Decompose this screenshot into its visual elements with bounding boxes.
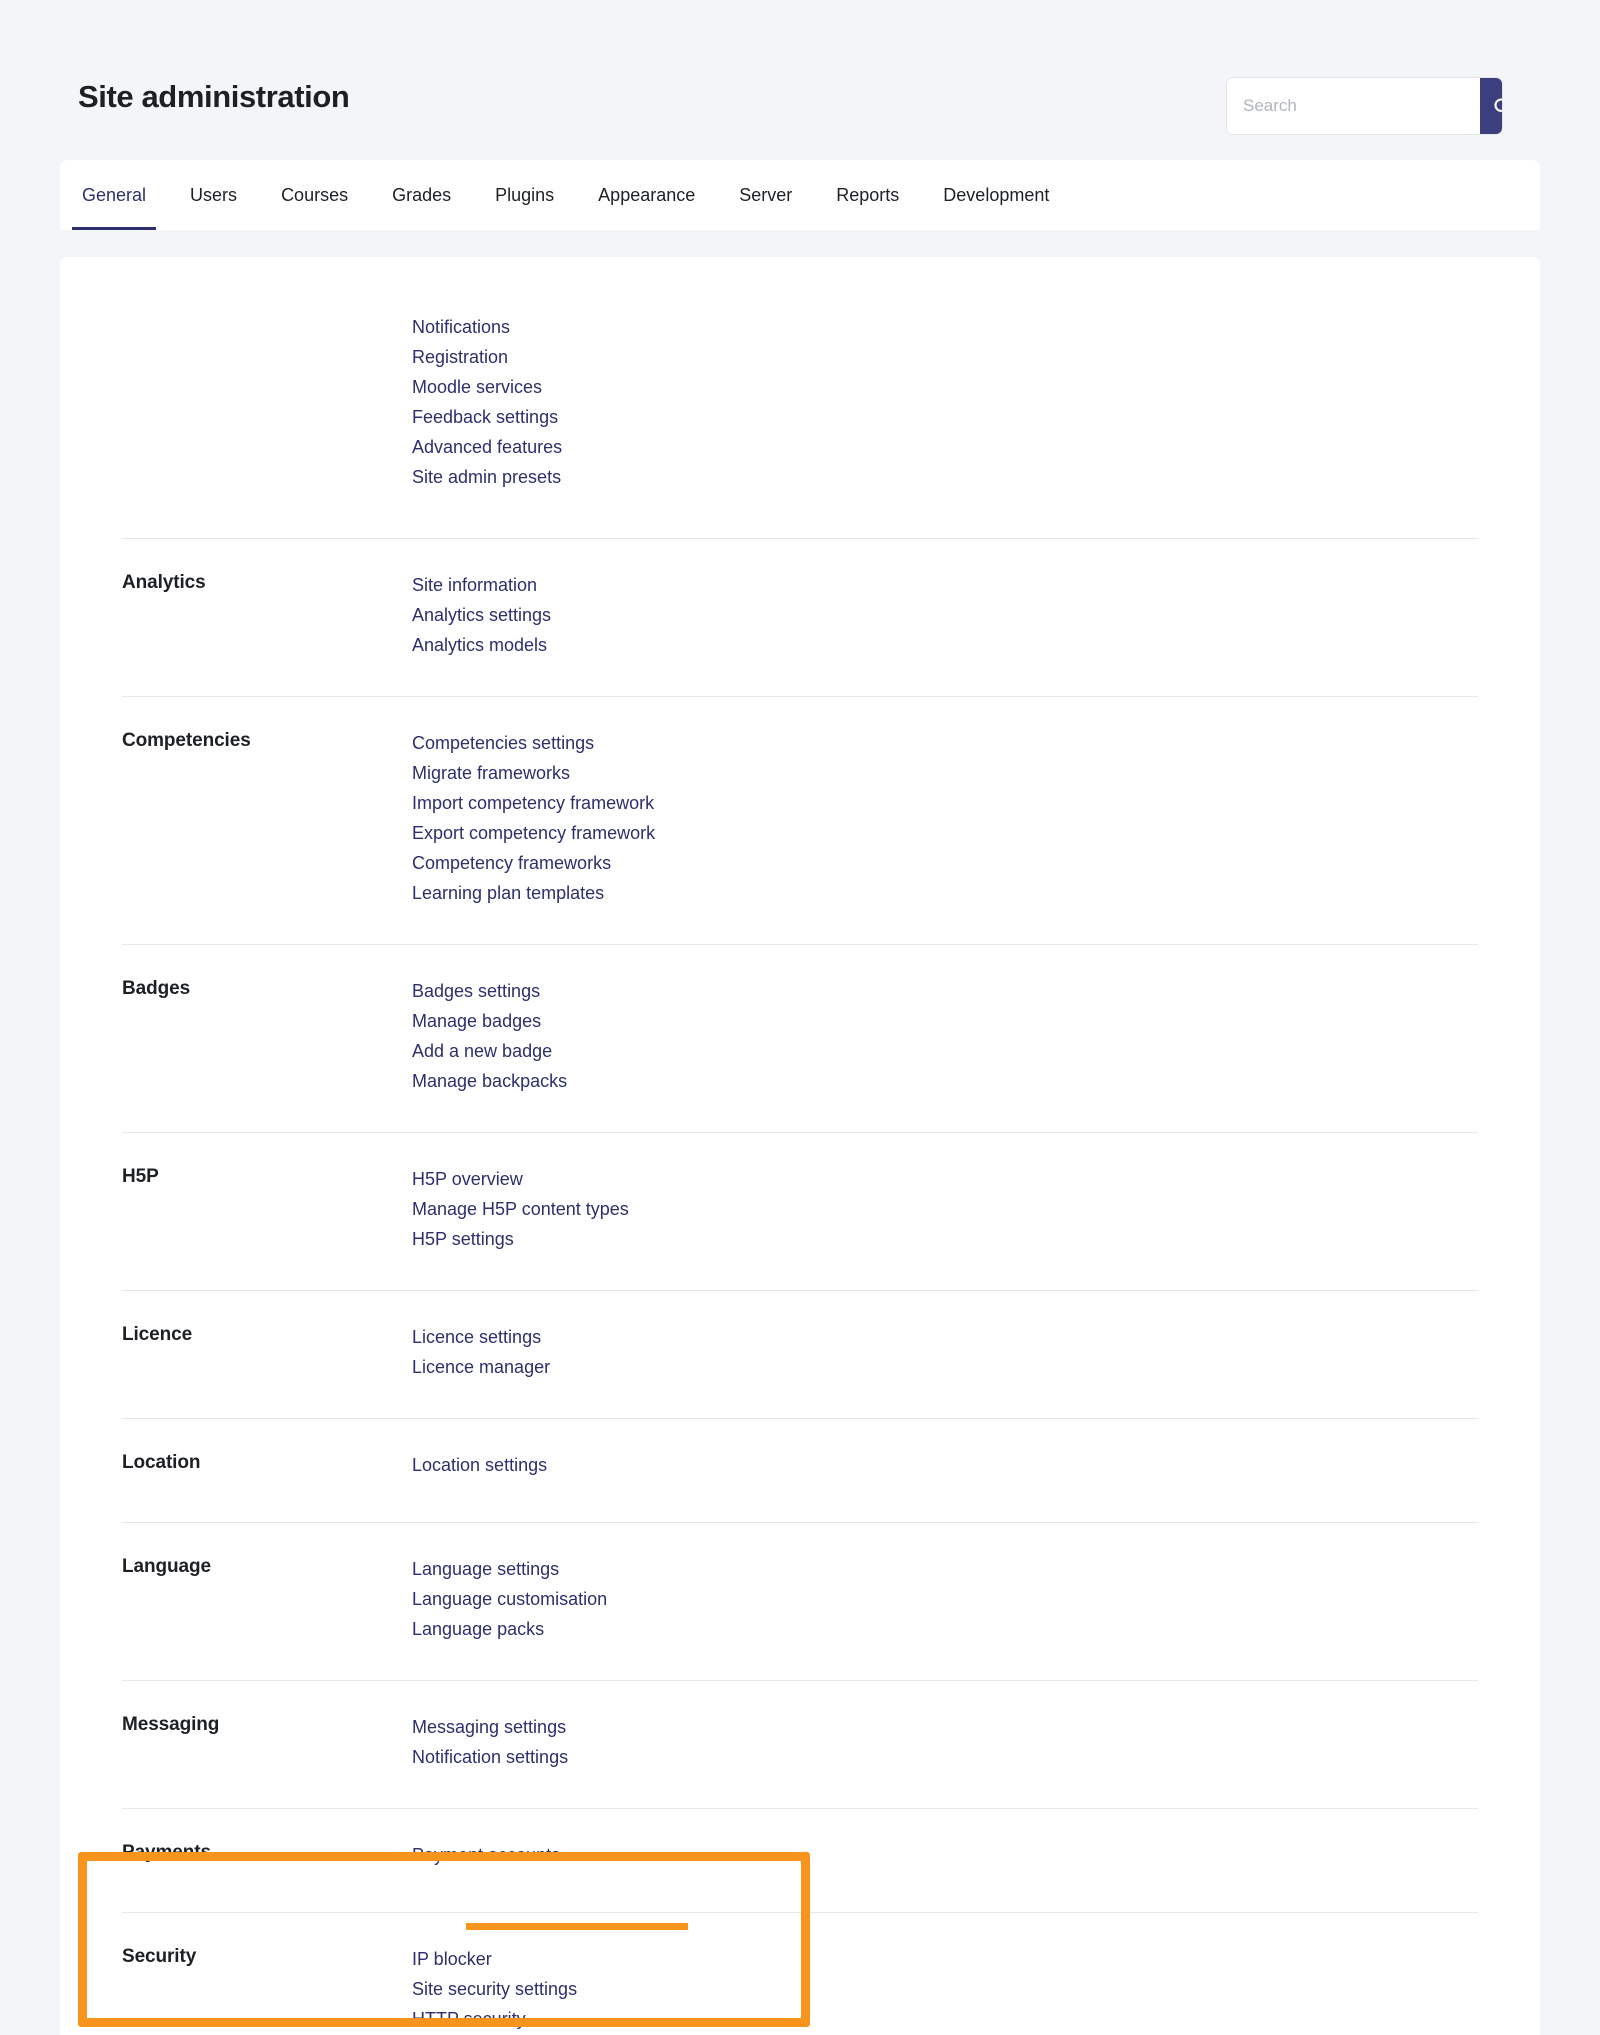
admin-section-licence: Licence Licence settings Licence manager	[60, 1290, 1540, 1418]
admin-section-payments: Payments Payment accounts	[60, 1808, 1540, 1912]
section-links: Competencies settings Migrate frameworks…	[412, 696, 1498, 944]
section-divider	[122, 1418, 1478, 1419]
section-links: Messaging settings Notification settings	[412, 1680, 1498, 1808]
link-manage-badges[interactable]: Manage badges	[412, 1006, 541, 1036]
section-divider	[122, 1132, 1478, 1133]
tab-appearance[interactable]: Appearance	[576, 160, 717, 230]
link-h5p-settings[interactable]: H5P settings	[412, 1224, 514, 1254]
admin-section-security: Security IP blocker Site security settin…	[60, 1912, 1540, 2035]
section-title-analytics: Analytics	[122, 572, 206, 593]
link-licence-manager[interactable]: Licence manager	[412, 1352, 550, 1382]
admin-section-h5p: H5P H5P overview Manage H5P content type…	[60, 1132, 1540, 1290]
section-title-security: Security	[122, 1946, 197, 1967]
section-divider	[122, 1290, 1478, 1291]
admin-section-messaging: Messaging Messaging settings Notificatio…	[60, 1680, 1540, 1808]
admin-section-competencies: Competencies Competencies settings Migra…	[60, 696, 1540, 944]
tab-server[interactable]: Server	[717, 160, 814, 230]
admin-section-badges: Badges Badges settings Manage badges Add…	[60, 944, 1540, 1132]
section-title	[122, 257, 412, 312]
site-administration-page: Site administration General Users Course…	[0, 0, 1600, 2035]
link-feedback-settings[interactable]: Feedback settings	[412, 402, 558, 432]
section-title-messaging: Messaging	[122, 1714, 220, 1735]
search-icon	[1492, 96, 1502, 117]
link-language-packs[interactable]: Language packs	[412, 1614, 544, 1644]
admin-settings-card: Notifications Registration Moodle servic…	[60, 257, 1540, 2035]
link-http-security[interactable]: HTTP security	[412, 2004, 526, 2034]
tab-courses[interactable]: Courses	[259, 160, 370, 230]
section-links: Licence settings Licence manager	[412, 1290, 1498, 1418]
search-input[interactable]	[1227, 78, 1480, 134]
section-title-badges: Badges	[122, 978, 191, 999]
section-title-language: Language	[122, 1556, 211, 1577]
tab-bar: General Users Courses Grades Plugins App…	[60, 160, 1540, 230]
link-site-admin-presets[interactable]: Site admin presets	[412, 462, 561, 492]
link-advanced-features[interactable]: Advanced features	[412, 432, 562, 462]
section-divider	[122, 538, 1478, 539]
admin-section-analytics: Analytics Site information Analytics set…	[60, 538, 1540, 696]
section-title-location: Location	[122, 1452, 201, 1473]
section-divider	[122, 696, 1478, 697]
section-links: Location settings	[412, 1418, 1498, 1522]
section-title-h5p: H5P	[122, 1166, 159, 1187]
admin-tabs: General Users Courses Grades Plugins App…	[60, 160, 1071, 230]
link-import-competency-framework[interactable]: Import competency framework	[412, 788, 654, 818]
tab-reports[interactable]: Reports	[814, 160, 921, 230]
section-links: Language settings Language customisation…	[412, 1522, 1498, 1680]
link-payment-accounts[interactable]: Payment accounts	[412, 1840, 560, 1870]
link-badges-settings[interactable]: Badges settings	[412, 976, 540, 1006]
link-notification-settings[interactable]: Notification settings	[412, 1742, 568, 1772]
link-language-customisation[interactable]: Language customisation	[412, 1584, 607, 1614]
link-competency-frameworks[interactable]: Competency frameworks	[412, 848, 611, 878]
section-title-licence: Licence	[122, 1324, 193, 1345]
link-ip-blocker[interactable]: IP blocker	[412, 1944, 492, 1974]
link-h5p-overview[interactable]: H5P overview	[412, 1164, 523, 1194]
link-licence-settings[interactable]: Licence settings	[412, 1322, 541, 1352]
admin-section-location: Location Location settings	[60, 1418, 1540, 1522]
search-box	[1227, 78, 1502, 134]
link-manage-h5p-content-types[interactable]: Manage H5P content types	[412, 1194, 629, 1224]
section-links: Payment accounts	[412, 1808, 1498, 1912]
link-moodle-services[interactable]: Moodle services	[412, 372, 542, 402]
link-messaging-settings[interactable]: Messaging settings	[412, 1712, 566, 1742]
link-add-a-new-badge[interactable]: Add a new badge	[412, 1036, 552, 1066]
section-links: Badges settings Manage badges Add a new …	[412, 944, 1498, 1132]
link-learning-plan-templates[interactable]: Learning plan templates	[412, 878, 604, 908]
link-registration[interactable]: Registration	[412, 342, 508, 372]
section-divider	[122, 1912, 1478, 1913]
link-notifications[interactable]: Notifications	[412, 312, 510, 342]
tab-general[interactable]: General	[60, 160, 168, 230]
link-migrate-frameworks[interactable]: Migrate frameworks	[412, 758, 570, 788]
tab-grades[interactable]: Grades	[370, 160, 473, 230]
section-title-payments: Payments	[122, 1842, 211, 1863]
admin-section-language: Language Language settings Language cust…	[60, 1522, 1540, 1680]
section-divider	[122, 944, 1478, 945]
link-site-information[interactable]: Site information	[412, 570, 537, 600]
section-divider	[122, 1808, 1478, 1809]
section-links: H5P overview Manage H5P content types H5…	[412, 1132, 1498, 1290]
section-divider	[122, 1522, 1478, 1523]
link-export-competency-framework[interactable]: Export competency framework	[412, 818, 655, 848]
tab-users[interactable]: Users	[168, 160, 259, 230]
link-competencies-settings[interactable]: Competencies settings	[412, 728, 594, 758]
link-site-security-settings[interactable]: Site security settings	[412, 1974, 577, 2004]
page-title: Site administration	[78, 79, 350, 114]
section-title-competencies: Competencies	[122, 730, 251, 751]
link-language-settings[interactable]: Language settings	[412, 1554, 559, 1584]
section-links: IP blocker Site security settings HTTP s…	[412, 1912, 1498, 2035]
link-analytics-models[interactable]: Analytics models	[412, 630, 547, 660]
link-location-settings[interactable]: Location settings	[412, 1450, 547, 1480]
section-divider	[122, 1680, 1478, 1681]
admin-section-general: Notifications Registration Moodle servic…	[60, 257, 1540, 538]
section-links: Site information Analytics settings Anal…	[412, 538, 1498, 696]
link-manage-backpacks[interactable]: Manage backpacks	[412, 1066, 567, 1096]
tab-development[interactable]: Development	[921, 160, 1071, 230]
tab-plugins[interactable]: Plugins	[473, 160, 576, 230]
link-analytics-settings[interactable]: Analytics settings	[412, 600, 551, 630]
search-submit-button[interactable]	[1480, 78, 1502, 134]
section-links: Notifications Registration Moodle servic…	[412, 257, 1498, 538]
